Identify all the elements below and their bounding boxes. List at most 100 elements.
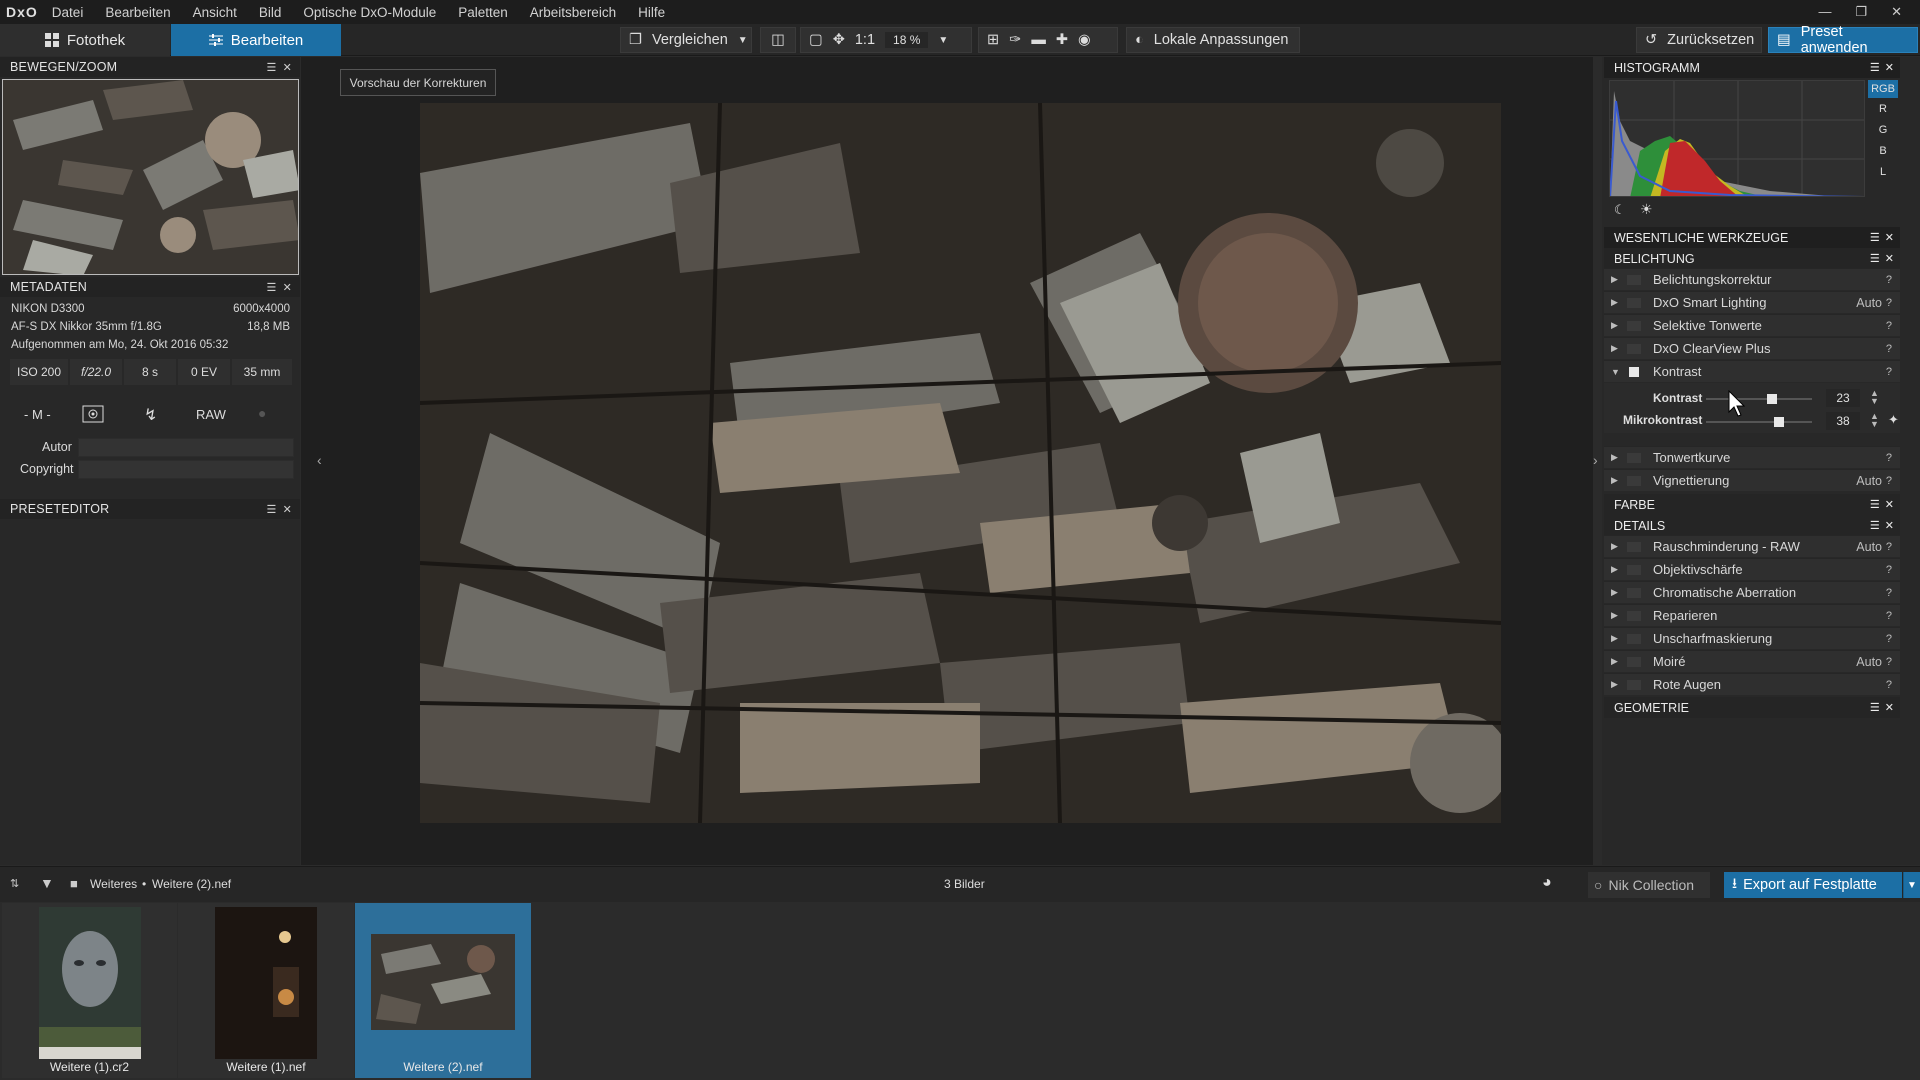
help-icon[interactable]: ? — [1886, 587, 1892, 599]
filmstrip-thumb-2[interactable]: Weitere (1).nef — [178, 903, 354, 1078]
main-photo[interactable] — [420, 103, 1501, 823]
close-window-icon[interactable]: ✕ — [1891, 4, 1902, 20]
menu-bild[interactable]: Bild — [259, 5, 282, 20]
autor-field[interactable] — [78, 438, 294, 457]
tool-kontrast[interactable]: ▼ Kontrast ? — [1604, 360, 1900, 382]
zoom-level[interactable]: 18 % — [885, 32, 929, 48]
menu-datei[interactable]: Datei — [52, 5, 84, 20]
help-icon[interactable]: ? — [1886, 320, 1892, 332]
help-icon[interactable]: ? — [1886, 343, 1892, 355]
kontrast-stepper-icon[interactable]: ▲ ▼ — [1870, 389, 1879, 406]
collapse-arrow-icon[interactable]: ▼ — [1611, 367, 1623, 377]
tool-tonwertkurve[interactable]: ▶ Tonwertkurve ? — [1604, 446, 1900, 468]
tool-toggle[interactable] — [1627, 587, 1641, 598]
tool-belichtungskorrektur[interactable]: ▶ Belichtungskorrektur ? — [1604, 268, 1900, 290]
channel-g[interactable]: G — [1868, 121, 1898, 139]
tool-toggle[interactable] — [1627, 564, 1641, 575]
export-dropdown-icon[interactable]: ▼ — [1903, 872, 1920, 898]
tool-unscharfmaskierung[interactable]: ▶ Unscharfmaskierung ? — [1604, 627, 1900, 649]
expand-arrow-icon[interactable]: ▶ — [1611, 633, 1623, 644]
details-header[interactable]: DETAILS ☰ ✕ — [1604, 515, 1900, 536]
tab-fotothek[interactable]: Fotothek — [0, 24, 170, 56]
menu-bearbeiten[interactable]: Bearbeiten — [105, 5, 170, 20]
panel-close-icon[interactable]: ✕ — [283, 61, 292, 74]
tool-toggle[interactable] — [1627, 297, 1641, 308]
tool-smart-lighting[interactable]: ▶ DxO Smart Lighting Auto ? — [1604, 291, 1900, 313]
panel-menu-icon[interactable]: ☰ — [267, 503, 277, 516]
channel-l[interactable]: L — [1868, 163, 1898, 181]
compare-button[interactable]: ❐ Vergleichen ▼ — [620, 27, 752, 53]
expand-arrow-icon[interactable]: ▶ — [1611, 564, 1623, 575]
mikrokontrast-stepper-icon[interactable]: ▲ ▼ — [1870, 412, 1879, 429]
panel-close-icon[interactable]: ✕ — [1885, 231, 1894, 244]
help-icon[interactable]: ? — [1886, 452, 1892, 464]
panel-close-icon[interactable]: ✕ — [1885, 252, 1894, 265]
eyedropper-icon[interactable]: ✑ — [1009, 32, 1021, 48]
tool-vignettierung[interactable]: ▶ Vignettierung Auto ? — [1604, 469, 1900, 491]
panel-menu-icon[interactable]: ☰ — [267, 61, 277, 74]
help-icon[interactable]: ? — [1886, 610, 1892, 622]
zoom-1to1-button[interactable]: 1:1 — [855, 32, 875, 48]
chevron-down-icon[interactable]: ▼ — [738, 35, 748, 46]
tool-moire[interactable]: ▶ Moiré Auto ? — [1604, 650, 1900, 672]
preview-corrections-button[interactable]: Vorschau der Korrekturen — [340, 69, 496, 96]
zoom-dropdown-icon[interactable]: ▼ — [938, 35, 948, 46]
mikrokontrast-slider-thumb[interactable] — [1774, 417, 1785, 427]
nik-collection-button[interactable]: ○ Nik Collection — [1588, 872, 1710, 898]
sort-icon[interactable]: ⇅ — [10, 877, 19, 890]
panel-close-icon[interactable]: ✕ — [283, 281, 292, 294]
export-button[interactable]: ⭳ Export auf Festplatte — [1724, 872, 1902, 898]
kontrast-slider-thumb[interactable] — [1766, 394, 1777, 404]
horizon-icon[interactable]: ▬ — [1031, 32, 1046, 48]
expand-arrow-icon[interactable]: ▶ — [1611, 587, 1623, 598]
help-icon[interactable]: ? — [1886, 297, 1892, 309]
fit-screen-icon[interactable]: ▢ — [809, 32, 823, 48]
tool-toggle[interactable] — [1627, 656, 1641, 667]
magic-wand-icon[interactable]: ✦ — [1888, 412, 1899, 428]
expand-arrow-icon[interactable]: ▶ — [1611, 475, 1623, 486]
repair-icon[interactable]: ✚ — [1056, 32, 1068, 48]
mikrokontrast-slider[interactable] — [1706, 421, 1812, 423]
tool-objektivschaerfe[interactable]: ▶ Objektivschärfe ? — [1604, 558, 1900, 580]
help-icon[interactable]: ? — [1886, 274, 1892, 286]
filter-icon[interactable]: ▼ — [40, 875, 54, 891]
kontrast-value[interactable]: 23 — [1826, 389, 1860, 407]
panel-menu-icon[interactable]: ☰ — [1870, 498, 1880, 511]
copyright-field[interactable] — [78, 460, 294, 479]
tool-toggle[interactable] — [1627, 633, 1641, 644]
panel-menu-icon[interactable]: ☰ — [1870, 252, 1880, 265]
expand-arrow-icon[interactable]: ▶ — [1611, 297, 1623, 308]
panel-menu-icon[interactable]: ☰ — [1870, 231, 1880, 244]
farbe-header[interactable]: FARBE ☰ ✕ — [1604, 494, 1900, 515]
tool-reparieren[interactable]: ▶ Reparieren ? — [1604, 604, 1900, 626]
expand-arrow-icon[interactable]: ▶ — [1611, 320, 1623, 331]
tool-clearview[interactable]: ▶ DxO ClearView Plus ? — [1604, 337, 1900, 359]
highlight-clip-icon[interactable]: ☀ — [1640, 201, 1653, 218]
apply-preset-button[interactable]: ▤ Preset anwenden — [1768, 24, 1918, 56]
geometrie-header[interactable]: GEOMETRIE ☰ ✕ — [1604, 697, 1900, 718]
tool-toggle[interactable] — [1627, 320, 1641, 331]
tab-bearbeiten[interactable]: Bearbeiten — [171, 24, 341, 56]
help-icon[interactable]: ? — [1886, 679, 1892, 691]
tool-selektive-tonwerte[interactable]: ▶ Selektive Tonwerte ? — [1604, 314, 1900, 336]
panel-close-icon[interactable]: ✕ — [283, 503, 292, 516]
panel-menu-icon[interactable]: ☰ — [1870, 519, 1880, 532]
sync-icon[interactable]: ◕ — [1542, 874, 1552, 892]
expand-arrow-icon[interactable]: ▶ — [1611, 343, 1623, 354]
expand-arrow-icon[interactable]: ▶ — [1611, 679, 1623, 690]
expand-arrow-icon[interactable]: ▶ — [1611, 541, 1623, 552]
panel-menu-icon[interactable]: ☰ — [1870, 701, 1880, 714]
menu-ansicht[interactable]: Ansicht — [193, 5, 237, 20]
breadcrumb-folder[interactable]: Weiteres — [90, 877, 137, 891]
expand-arrow-icon[interactable]: ▶ — [1611, 274, 1623, 285]
tool-toggle[interactable] — [1627, 541, 1641, 552]
minimize-icon[interactable]: — — [1818, 4, 1831, 20]
tool-toggle-on[interactable] — [1629, 366, 1639, 377]
tool-rote-augen[interactable]: ▶ Rote Augen ? — [1604, 673, 1900, 695]
tool-chromatische-aberration[interactable]: ▶ Chromatische Aberration ? — [1604, 581, 1900, 603]
local-adjustments-button[interactable]: ◐ Lokale Anpassungen — [1126, 27, 1300, 53]
tool-toggle[interactable] — [1627, 343, 1641, 354]
channel-b[interactable]: B — [1868, 142, 1898, 160]
collapse-left-icon[interactable]: ‹ — [317, 452, 322, 468]
expand-arrow-icon[interactable]: ▶ — [1611, 452, 1623, 463]
